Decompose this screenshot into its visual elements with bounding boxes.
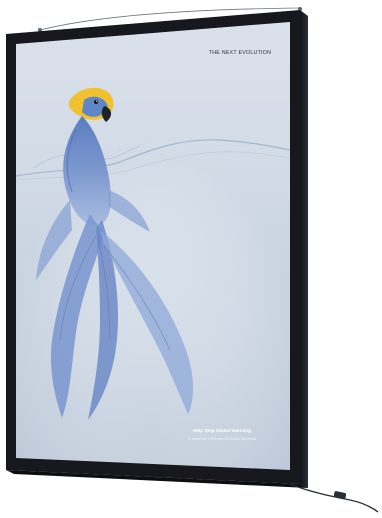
power-cable xyxy=(289,483,379,513)
poster-footer-credit: Creative Ad • Pictures. All Rights Reser… xyxy=(188,437,256,441)
light-box-frame-photo: THE NEXT EVOLUTION Help Stop Global Warm… xyxy=(6,7,379,513)
poster-headline: THE NEXT EVOLUTION xyxy=(209,50,271,56)
poster-footer-title: Help Stop Global Warming xyxy=(193,428,251,433)
product-image: THE NEXT EVOLUTION Help Stop Global Warm… xyxy=(0,0,382,518)
poster: THE NEXT EVOLUTION Help Stop Global Warm… xyxy=(15,22,291,470)
